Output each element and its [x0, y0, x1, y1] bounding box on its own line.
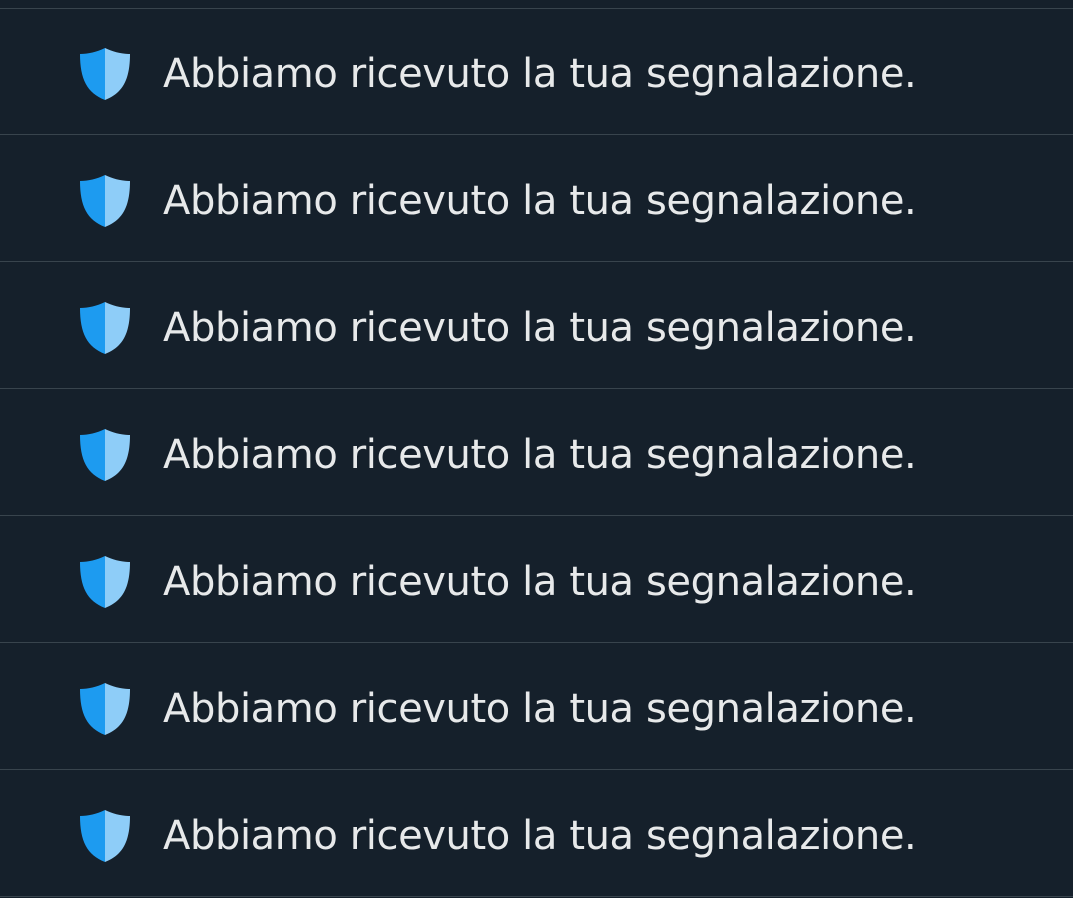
notification-text: Abbiamo ricevuto la tua segnalazione.: [163, 559, 917, 605]
notification-text: Abbiamo ricevuto la tua segnalazione.: [163, 178, 917, 224]
notification-item[interactable]: Abbiamo ricevuto la tua segnalazione.: [0, 9, 1073, 135]
notification-item[interactable]: Abbiamo ricevuto la tua segnalazione.: [0, 771, 1073, 897]
shield-icon: [77, 807, 133, 865]
shield-icon: [77, 172, 133, 230]
notification-text: Abbiamo ricevuto la tua segnalazione.: [163, 686, 917, 732]
shield-icon: [77, 426, 133, 484]
notification-text: Abbiamo ricevuto la tua segnalazione.: [163, 432, 917, 478]
notification-list: Abbiamo ricevuto la tua segnalazione. Ab…: [0, 0, 1073, 898]
notification-item[interactable]: Abbiamo ricevuto la tua segnalazione.: [0, 390, 1073, 516]
notification-item[interactable]: Abbiamo ricevuto la tua segnalazione.: [0, 263, 1073, 389]
notification-text: Abbiamo ricevuto la tua segnalazione.: [163, 305, 917, 351]
notification-item[interactable]: Abbiamo ricevuto la tua segnalazione.: [0, 517, 1073, 643]
notification-item[interactable]: Abbiamo ricevuto la tua segnalazione.: [0, 644, 1073, 770]
notification-item[interactable]: Abbiamo ricevuto la tua segnalazione.: [0, 136, 1073, 262]
shield-icon: [77, 553, 133, 611]
shield-icon: [77, 299, 133, 357]
shield-icon: [77, 680, 133, 738]
notification-text: Abbiamo ricevuto la tua segnalazione.: [163, 51, 917, 97]
notification-text: Abbiamo ricevuto la tua segnalazione.: [163, 813, 917, 859]
shield-icon: [77, 45, 133, 103]
